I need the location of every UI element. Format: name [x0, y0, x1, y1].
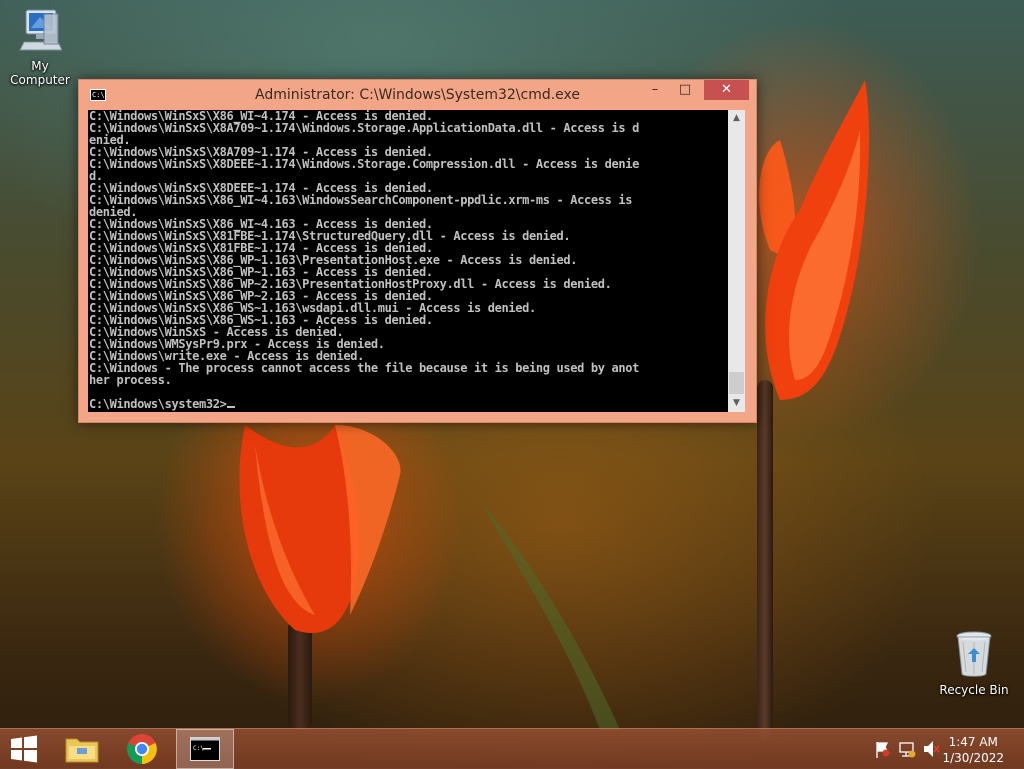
svg-text:C:\: C:\: [193, 745, 204, 752]
chrome-icon: [127, 734, 157, 764]
computer-icon: [19, 9, 63, 51]
flower-stem-right: [757, 380, 773, 740]
start-button[interactable]: [0, 729, 48, 769]
taskbar-item-cmd[interactable]: C:\: [176, 729, 234, 769]
desktop-icon-label: My Computer: [10, 59, 70, 87]
command-prompt-line[interactable]: C:\Windows\system32>: [89, 398, 235, 410]
text-cursor: [226, 406, 235, 408]
scroll-up-arrow-icon[interactable]: ▲: [728, 110, 745, 127]
console-output[interactable]: C:\Windows\WinSxS\X86_WI~4.174 - Access …: [88, 110, 728, 412]
taskbar-item-chrome[interactable]: [116, 729, 168, 769]
tulip-left-image: [239, 425, 401, 633]
maximize-button[interactable]: □: [671, 80, 699, 100]
close-button[interactable]: ✕: [704, 80, 749, 100]
desktop-icon-recycle-bin[interactable]: Recycle Bin: [934, 630, 1014, 697]
tulip-right-image: [759, 80, 870, 400]
vertical-scrollbar[interactable]: ▲ ▼: [728, 110, 745, 412]
console-line: C:\Windows\WinSxS\X8DEEE~1.174\Windows.S…: [89, 157, 639, 171]
system-clock[interactable]: 1:47 AM 1/30/2022: [942, 734, 1004, 766]
folder-icon: [65, 738, 99, 763]
network-icon[interactable]: [898, 729, 916, 769]
leaf-image: [480, 500, 620, 730]
cmd-window[interactable]: C:\ Administrator: C:\Windows\System32\c…: [78, 79, 757, 423]
taskbar-item-file-explorer[interactable]: [56, 729, 108, 769]
desktop-icon-label: Recycle Bin: [939, 683, 1009, 697]
scrollbar-thumb[interactable]: [729, 372, 744, 394]
recycle-bin-icon: [956, 631, 992, 677]
console-line: C:\Windows\WinSxS\X86_WI~4.163\WindowsSe…: [89, 193, 633, 207]
cmd-icon: C:\: [190, 737, 220, 761]
volume-muted-icon[interactable]: [922, 729, 940, 769]
action-center-flag-icon[interactable]: [874, 729, 890, 769]
clock-date: 1/30/2022: [942, 751, 1004, 765]
scroll-down-arrow-icon[interactable]: ▼: [728, 395, 745, 412]
console-text: C:\Windows\WinSxS\X86_WI~4.174 - Access …: [88, 110, 728, 386]
minimize-button[interactable]: –: [641, 80, 669, 100]
clock-time: 1:47 AM: [948, 735, 998, 749]
prompt-text: C:\Windows\system32>: [89, 397, 227, 411]
taskbar: C:\ 1:47 AM 1/30/2022: [0, 728, 1024, 769]
console-line: C:\Windows\WinSxS\X8A709~1.174\Windows.S…: [89, 121, 639, 135]
console-line: her process.: [89, 373, 172, 387]
desktop-icon-my-computer[interactable]: My Computer: [0, 8, 80, 87]
title-bar[interactable]: C:\ Administrator: C:\Windows\System32\c…: [79, 80, 756, 110]
windows-logo-icon: [11, 735, 37, 763]
